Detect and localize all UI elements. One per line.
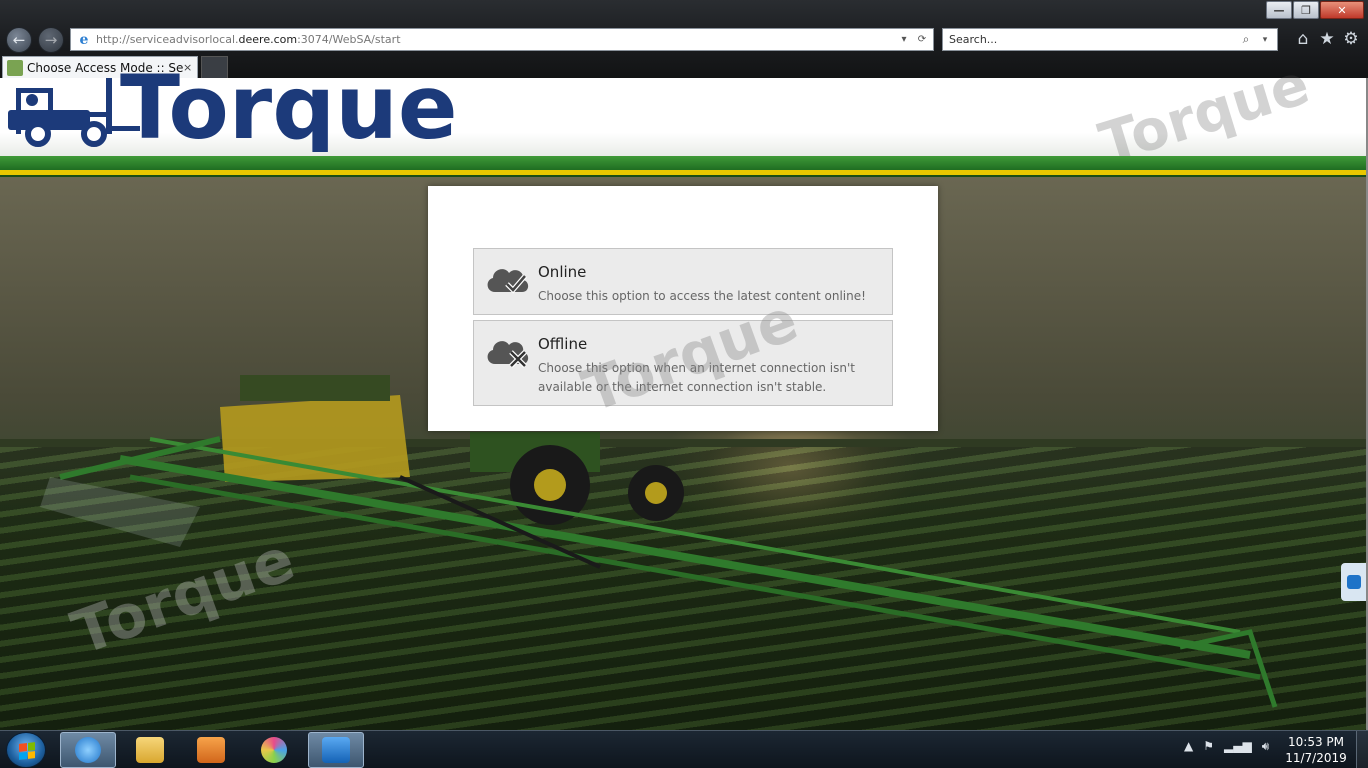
window-controls: — ❐ ✕ xyxy=(1266,1,1364,19)
taskbar-clock[interactable]: 10:53 PM 11/7/2019 xyxy=(1282,734,1350,766)
action-center-flag-icon[interactable]: ⚑ xyxy=(1203,739,1214,754)
clock-time: 10:53 PM xyxy=(1288,735,1344,749)
teamviewer-side-icon xyxy=(1347,575,1361,589)
back-button[interactable]: ← xyxy=(6,27,32,53)
back-arrow-icon: ← xyxy=(12,31,26,49)
clock-date: 11/7/2019 xyxy=(1285,751,1347,765)
favorites-star-icon[interactable]: ★ xyxy=(1318,29,1336,49)
system-tray: ▲ ⚑ ▂▄▆ 🔊︎ xyxy=(1184,739,1269,754)
cloud-x-icon xyxy=(487,341,529,368)
teamviewer-side-tab[interactable] xyxy=(1341,563,1366,601)
forward-button[interactable]: → xyxy=(38,27,64,53)
search-icon[interactable]: ⌕ xyxy=(1239,32,1253,47)
search-input[interactable] xyxy=(943,33,1239,46)
network-signal-icon[interactable]: ▂▄▆ xyxy=(1224,739,1252,754)
address-dropdown-icon[interactable]: ▾ xyxy=(897,34,911,45)
pinwheel-app-icon xyxy=(261,737,287,763)
internet-explorer-icon xyxy=(75,737,101,763)
close-window-button[interactable]: ✕ xyxy=(1320,1,1364,19)
tray-expand-icon[interactable]: ▲ xyxy=(1184,739,1193,754)
forward-arrow-icon: → xyxy=(44,31,58,49)
maximize-button[interactable]: ❐ xyxy=(1293,1,1319,19)
url-prefix: http://serviceadvisorlocal. xyxy=(96,33,239,46)
taskbar-internet-explorer[interactable] xyxy=(60,732,116,768)
taskbar-file-explorer[interactable] xyxy=(122,732,178,768)
windows-taskbar: ▲ ⚑ ▂▄▆ 🔊︎ 10:53 PM 11/7/2019 xyxy=(0,730,1368,768)
taskbar-teamviewer[interactable] xyxy=(308,732,364,768)
url-suffix: :3074/WebSA/start xyxy=(297,33,401,46)
url-domain: deere.com xyxy=(238,33,298,46)
media-player-icon xyxy=(197,737,225,763)
site-ie-icon: e xyxy=(79,31,89,48)
address-url[interactable]: http://serviceadvisorlocal.deere.com:307… xyxy=(96,33,897,46)
torque-logo: Torque xyxy=(8,66,458,152)
logo-text: Torque xyxy=(120,66,458,152)
taskbar-media-player[interactable] xyxy=(183,732,239,768)
search-box[interactable]: ⌕ ▾ xyxy=(942,28,1278,51)
minimize-button[interactable]: — xyxy=(1266,1,1292,19)
refresh-icon[interactable]: ⟳ xyxy=(915,34,929,45)
windows-logo-icon xyxy=(19,742,35,760)
teamviewer-icon xyxy=(322,737,350,763)
volume-icon[interactable]: 🔊︎ xyxy=(1262,739,1270,754)
settings-gear-icon[interactable]: ⚙ xyxy=(1342,29,1360,49)
header-green-stripe xyxy=(0,156,1368,170)
cloud-check-icon xyxy=(487,269,529,294)
online-option-title: Online xyxy=(538,263,587,281)
file-explorer-icon xyxy=(136,737,164,763)
show-desktop-button[interactable] xyxy=(1356,731,1368,768)
address-bar[interactable]: e http://serviceadvisorlocal.deere.com:3… xyxy=(70,28,934,51)
taskbar-pinwheel-app[interactable] xyxy=(246,732,302,768)
start-button[interactable] xyxy=(6,732,46,768)
